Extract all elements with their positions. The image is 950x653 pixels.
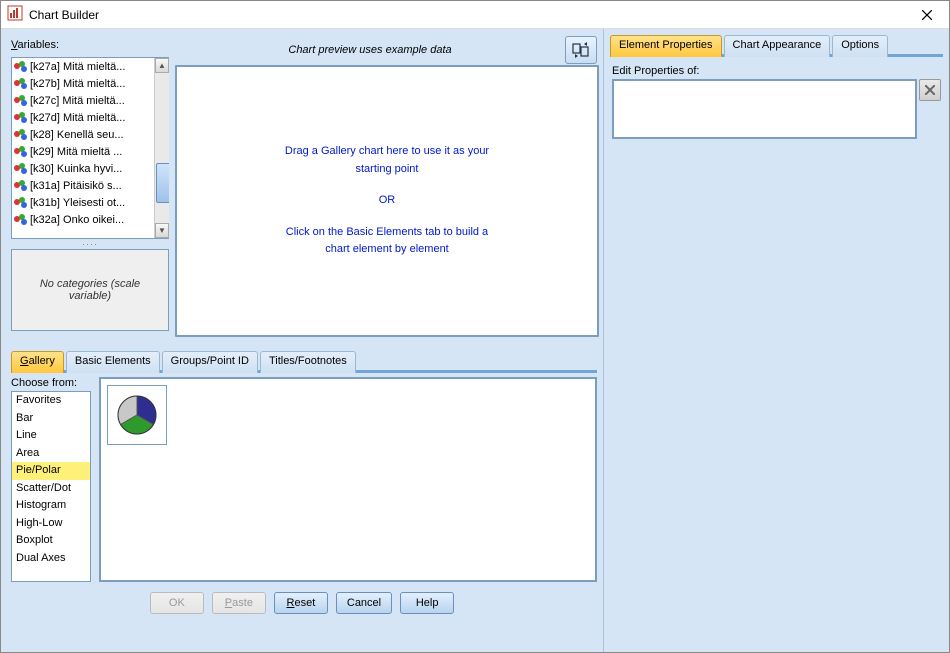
paste-button[interactable]: Paste <box>212 592 266 614</box>
pie-chart-thumbnail[interactable] <box>107 385 167 445</box>
properties-target-input[interactable] <box>612 79 917 139</box>
tab-options[interactable]: Options <box>832 35 888 57</box>
reset-button[interactable]: Reset <box>274 592 328 614</box>
gallery-type-item[interactable]: Line <box>12 427 90 445</box>
right-pane: Element Properties Chart Appearance Opti… <box>603 29 949 652</box>
gallery-type-item[interactable]: Area <box>12 445 90 463</box>
tab-groups-point-id[interactable]: Groups/Point ID <box>162 351 258 373</box>
variables-column: Variables: [k27a] Mitä mieltä...[k27b] M… <box>11 39 169 337</box>
chart-canvas[interactable]: Drag a Gallery chart here to use it as y… <box>175 65 599 337</box>
nominal-icon <box>14 197 28 209</box>
tab-chart-appearance[interactable]: Chart Appearance <box>724 35 831 57</box>
variable-item[interactable]: [k27a] Mitä mieltä... <box>12 58 154 75</box>
tab-gallery[interactable]: Gallery <box>11 351 64 373</box>
gallery-type-item[interactable]: High-Low <box>12 515 90 533</box>
nominal-icon <box>14 146 28 158</box>
preview-column: Chart preview uses example data <box>175 39 599 337</box>
gallery-type-item[interactable]: Dual Axes <box>12 550 90 568</box>
lower-tabs: Gallery Basic Elements Groups/Point ID T… <box>11 351 597 373</box>
scroll-thumb[interactable] <box>156 163 169 203</box>
variable-item[interactable]: [k31b] Yleisesti ot... <box>12 194 154 211</box>
choose-from-label: Choose from: <box>11 377 91 389</box>
tab-titles-footnotes[interactable]: Titles/Footnotes <box>260 351 356 373</box>
nominal-icon <box>14 180 28 192</box>
titlebar: Chart Builder <box>1 1 949 29</box>
tab-element-properties[interactable]: Element Properties <box>610 35 722 57</box>
no-categories-panel: No categories (scale variable) <box>11 249 169 331</box>
swap-axes-button[interactable] <box>565 36 597 64</box>
nominal-icon <box>14 95 28 107</box>
left-pane: Variables: [k27a] Mitä mieltä...[k27b] M… <box>1 29 603 652</box>
variable-item[interactable]: [k27c] Mitä mieltä... <box>12 92 154 109</box>
app-icon <box>7 5 23 24</box>
gallery-type-item[interactable]: Scatter/Dot <box>12 480 90 498</box>
close-icon <box>922 10 932 20</box>
scroll-up-button[interactable]: ▲ <box>155 58 169 73</box>
gallery-type-item[interactable]: Favorites <box>12 392 90 410</box>
scrollbar[interactable]: ▲ ▼ <box>154 58 169 238</box>
variable-item[interactable]: [k27b] Mitä mieltä... <box>12 75 154 92</box>
variables-label: Variables: <box>11 39 169 51</box>
nominal-icon <box>14 78 28 90</box>
nominal-icon <box>14 214 28 226</box>
nominal-icon <box>14 129 28 141</box>
variable-item[interactable]: [k32a] Onko oikei... <box>12 211 154 228</box>
variable-item[interactable]: [k29] Mitä mieltä ... <box>12 143 154 160</box>
window-title: Chart Builder <box>29 8 907 22</box>
nominal-icon <box>14 112 28 124</box>
swap-icon <box>572 41 590 59</box>
nominal-icon <box>14 163 28 175</box>
scroll-down-button[interactable]: ▼ <box>155 223 169 238</box>
remove-element-button[interactable] <box>919 79 941 101</box>
variable-item[interactable]: [k31a] Pitäisikö s... <box>12 177 154 194</box>
close-button[interactable] <box>907 2 947 28</box>
dialog-buttons: OK Paste Reset Cancel Help <box>1 586 603 626</box>
variable-item[interactable]: [k28] Kenellä seu... <box>12 126 154 143</box>
ok-button[interactable]: OK <box>150 592 204 614</box>
cancel-button[interactable]: Cancel <box>336 592 392 614</box>
variables-list[interactable]: [k27a] Mitä mieltä...[k27b] Mitä mieltä.… <box>11 57 169 239</box>
tab-basic-elements[interactable]: Basic Elements <box>66 351 160 373</box>
gallery-type-item[interactable]: Boxplot <box>12 532 90 550</box>
gallery-type-item[interactable]: Pie/Polar <box>12 462 90 480</box>
x-icon <box>925 85 935 95</box>
help-button[interactable]: Help <box>400 592 454 614</box>
gallery-type-list[interactable]: FavoritesBarLineAreaPie/PolarScatter/Dot… <box>11 391 91 582</box>
gallery-type-item[interactable]: Histogram <box>12 497 90 515</box>
gallery-type-item[interactable]: Bar <box>12 410 90 428</box>
variable-item[interactable]: [k27d] Mitä mieltä... <box>12 109 154 126</box>
gallery-thumbnails <box>99 377 597 582</box>
preview-label: Chart preview uses example data <box>175 44 565 56</box>
pie-icon <box>115 393 159 437</box>
variable-item[interactable]: [k30] Kuinka hyvi... <box>12 160 154 177</box>
chart-builder-window: Chart Builder Variables: [k27a] Mitä mie… <box>0 0 950 653</box>
right-tabs: Element Properties Chart Appearance Opti… <box>610 35 943 57</box>
resize-handle[interactable]: ···· <box>11 239 169 245</box>
edit-properties-label: Edit Properties of: <box>612 65 943 77</box>
nominal-icon <box>14 61 28 73</box>
